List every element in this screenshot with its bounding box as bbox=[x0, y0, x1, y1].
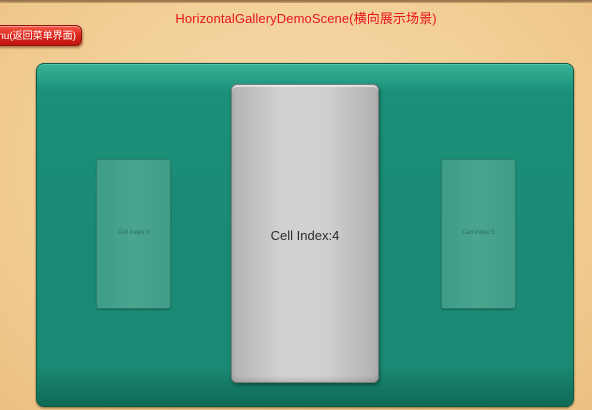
gallery-cell-3[interactable]: Cell Index:3 bbox=[96, 159, 171, 309]
scene-title: HorizontalGalleryDemoScene(横向展示场景) bbox=[175, 11, 437, 26]
gallery-cell-4-selected[interactable]: Cell Index:4 bbox=[231, 84, 379, 383]
top-border bbox=[0, 0, 592, 3]
back-to-menu-button[interactable]: nu(返回菜单界面) bbox=[0, 25, 82, 46]
cell-label: Cell Index:3 bbox=[117, 230, 150, 236]
cell-label: Cell Index:5 bbox=[462, 230, 495, 236]
horizontal-gallery-panel[interactable]: Cell Index:3 Cell Index:4 Cell Index:5 bbox=[36, 63, 574, 407]
cell-label: Cell Index:4 bbox=[270, 228, 340, 243]
gallery-cell-5[interactable]: Cell Index:5 bbox=[441, 159, 516, 309]
